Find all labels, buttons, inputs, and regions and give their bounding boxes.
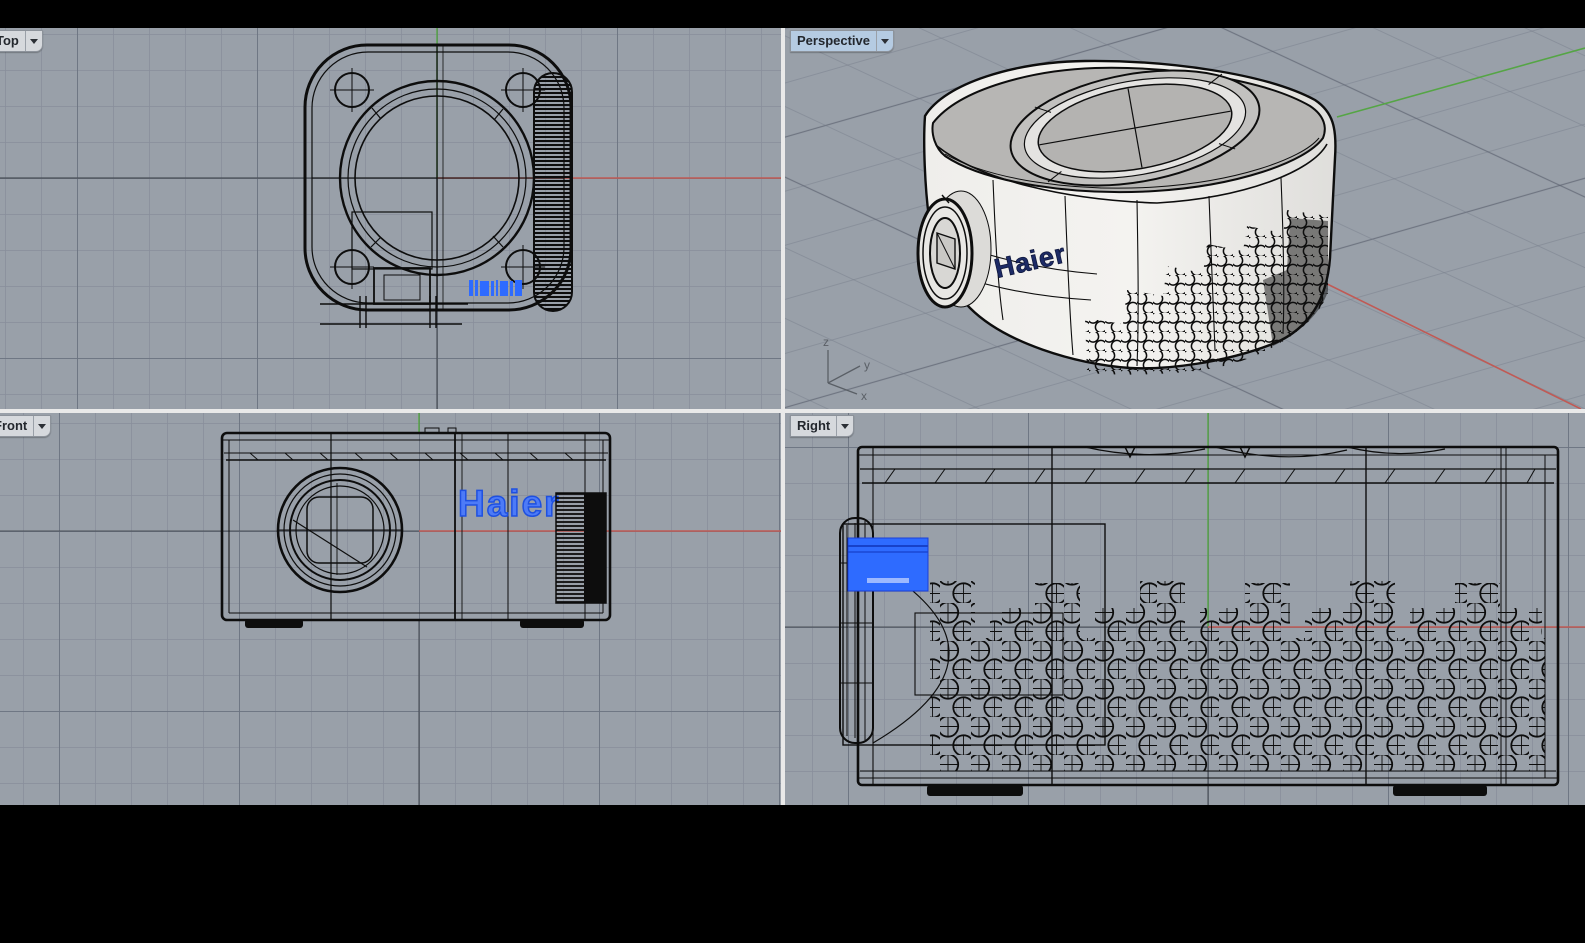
viewport-tab-perspective[interactable]: Perspective <box>790 30 894 52</box>
selected-logo-right-view[interactable] <box>848 538 928 591</box>
triad-x-label: x <box>861 389 867 403</box>
viewport-tab-top[interactable]: Top <box>0 30 43 52</box>
chevron-down-icon <box>38 424 46 429</box>
chevron-down-icon <box>881 39 889 44</box>
viewport-grid: Top <box>0 28 1585 805</box>
viewport-tab-right[interactable]: Right <box>790 415 854 437</box>
model-right-view[interactable] <box>840 447 1558 796</box>
foot <box>520 619 584 628</box>
lens-front-view[interactable] <box>278 468 402 592</box>
viewport-menu-button[interactable] <box>836 416 853 436</box>
model-top-view[interactable] <box>305 45 572 328</box>
right-view-canvas[interactable] <box>785 413 1585 805</box>
viewport-perspective[interactable]: Perspective <box>785 28 1585 409</box>
viewport-tab-front[interactable]: Front <box>0 415 51 437</box>
lens-perspective[interactable] <box>918 191 991 307</box>
cplane-axes <box>0 28 781 409</box>
viewport-top[interactable]: Top <box>0 28 781 409</box>
foot <box>1393 785 1487 796</box>
triad-y-label: y <box>864 358 870 372</box>
brand-logo-front-selected[interactable]: Haier <box>458 483 561 524</box>
viewport-title-right: Right <box>791 416 836 436</box>
viewport-title-front: Front <box>0 416 33 436</box>
viewport-title-top: Top <box>0 31 25 51</box>
foot <box>927 785 1023 796</box>
viewport-front[interactable]: Front <box>0 413 781 805</box>
foot <box>245 619 303 628</box>
model-front-view[interactable]: Haier <box>222 428 610 628</box>
viewport-title-perspective: Perspective <box>791 31 876 51</box>
top-view-canvas[interactable] <box>0 28 781 409</box>
application-window: Top <box>0 0 1585 943</box>
top-black-bar <box>0 0 1585 28</box>
viewport-menu-button[interactable] <box>876 31 893 51</box>
viewport-right[interactable]: Right <box>785 413 1585 805</box>
front-view-canvas[interactable]: Haier <box>0 413 781 805</box>
chevron-down-icon <box>841 424 849 429</box>
chevron-down-icon <box>30 39 38 44</box>
vent-band-top-view <box>534 73 572 311</box>
perspective-canvas[interactable]: Haier z y x <box>785 28 1585 409</box>
viewport-menu-button[interactable] <box>33 416 50 436</box>
speaker-grille-right-view <box>930 581 1545 771</box>
viewport-menu-button[interactable] <box>25 31 42 51</box>
bottom-black-bar <box>0 805 1585 943</box>
cplane-axes <box>0 413 781 805</box>
triad-z-label: z <box>823 335 829 349</box>
